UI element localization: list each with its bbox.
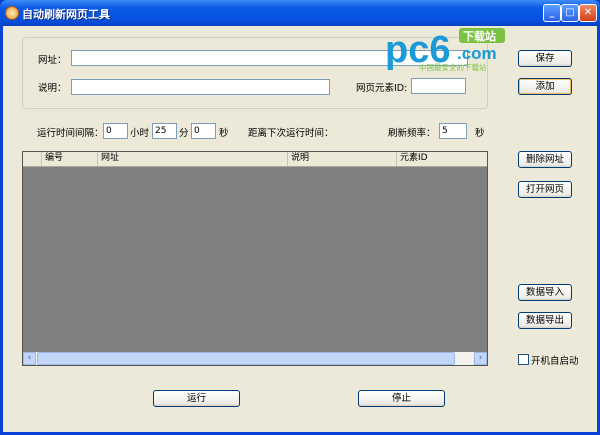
refresh-label: 刷新频率： bbox=[388, 128, 436, 139]
table-header: 编号 网址 说明 元素ID bbox=[23, 152, 487, 167]
open-page-button[interactable]: 打开网页 bbox=[518, 181, 572, 198]
minutes-label: 分 bbox=[179, 128, 189, 139]
scroll-right-icon[interactable]: › bbox=[474, 352, 487, 365]
maximize-button[interactable]: □ bbox=[561, 4, 579, 22]
minimize-button[interactable]: _ bbox=[543, 4, 561, 22]
window-title: 自动刷新网页工具 bbox=[22, 8, 110, 21]
autostart-checkbox[interactable] bbox=[518, 354, 529, 365]
scrollbar-thumb[interactable] bbox=[37, 352, 455, 365]
seconds-label: 秒 bbox=[219, 128, 229, 139]
seconds-input[interactable]: 0 bbox=[191, 123, 216, 139]
stop-button[interactable]: 停止 bbox=[358, 390, 445, 407]
element-id-label: 网页元素ID: bbox=[356, 83, 408, 94]
import-button[interactable]: 数据导入 bbox=[518, 284, 572, 301]
hours-input[interactable]: 0 bbox=[103, 123, 128, 139]
pc6-watermark-logo: pc6 下载站 .com 中国最安全的下载站 bbox=[385, 28, 505, 72]
client-area: 网址： 说明： 网页元素ID: pc6 下载站 .com 中国最安全的下载站 保… bbox=[3, 26, 597, 432]
refresh-input[interactable]: 5 bbox=[439, 123, 467, 139]
interval-label: 运行时间间隔： bbox=[37, 128, 104, 139]
desc-label: 说明： bbox=[38, 83, 67, 94]
hours-label: 小时 bbox=[130, 128, 150, 139]
scroll-left-icon[interactable]: ‹ bbox=[23, 352, 36, 365]
url-label: 网址： bbox=[38, 55, 67, 66]
column-header-element-id[interactable]: 元素ID bbox=[396, 152, 487, 166]
url-list-table[interactable]: 编号 网址 说明 元素ID ‹ › bbox=[22, 151, 488, 366]
export-button[interactable]: 数据导出 bbox=[518, 312, 572, 329]
save-button[interactable]: 保存 bbox=[518, 50, 572, 67]
svg-text:.com: .com bbox=[457, 44, 497, 63]
desc-input[interactable] bbox=[71, 79, 330, 95]
column-header-id[interactable]: 编号 bbox=[41, 152, 97, 166]
run-button[interactable]: 运行 bbox=[153, 390, 240, 407]
app-window: 自动刷新网页工具 _ □ ✕ 网址： 说明： 网页元素ID: pc6 下载站 .… bbox=[0, 0, 600, 435]
autostart-label[interactable]: 开机自启动 bbox=[531, 353, 579, 367]
horizontal-scrollbar[interactable]: ‹ › bbox=[23, 352, 487, 365]
title-bar: 自动刷新网页工具 _ □ ✕ bbox=[0, 0, 600, 26]
add-button[interactable]: 添加 bbox=[518, 78, 572, 95]
column-header-desc[interactable]: 说明 bbox=[287, 152, 396, 166]
minutes-input[interactable]: 25 bbox=[152, 123, 177, 139]
close-button[interactable]: ✕ bbox=[579, 4, 597, 22]
element-id-input[interactable] bbox=[411, 78, 466, 94]
svg-text:中国最安全的下载站: 中国最安全的下载站 bbox=[419, 62, 487, 72]
delete-url-button[interactable]: 删除网址 bbox=[518, 151, 572, 168]
app-icon bbox=[5, 6, 19, 20]
refresh-unit-label: 秒 bbox=[475, 128, 485, 139]
column-header-url[interactable]: 网址 bbox=[97, 152, 287, 166]
next-run-label: 距离下次运行时间： bbox=[248, 128, 334, 139]
svg-text:下载站: 下载站 bbox=[463, 29, 496, 43]
column-header-blank[interactable] bbox=[23, 152, 41, 166]
